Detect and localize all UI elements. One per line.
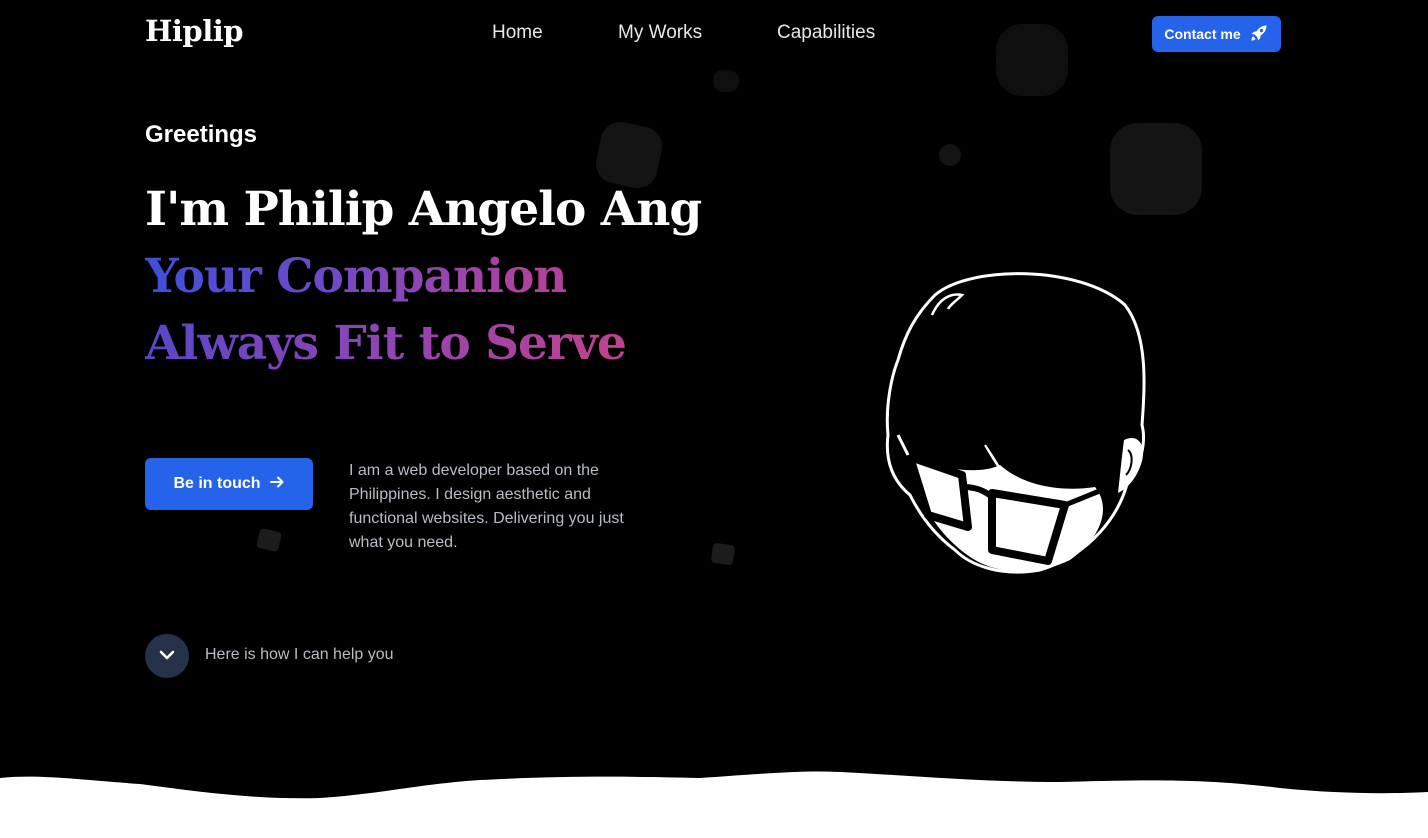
- decorative-blob: [255, 527, 283, 553]
- hero-tagline-1: Your Companion: [145, 249, 567, 304]
- decorative-blob: [592, 118, 666, 192]
- wave-divider: [0, 771, 1428, 838]
- hero-name-heading: I'm Philip Angelo Ang: [145, 182, 702, 237]
- greeting-text: Greetings: [145, 121, 258, 148]
- decorative-blob: [713, 70, 739, 92]
- decorative-blob: [1110, 123, 1202, 215]
- rocket-icon: [1249, 23, 1269, 46]
- decorative-blob: [939, 144, 961, 166]
- portrait-illustration: [885, 272, 1146, 574]
- nav-link-capabilities[interactable]: Capabilities: [777, 22, 875, 44]
- decorative-blob: [710, 542, 736, 566]
- arrow-right-icon: [269, 474, 285, 495]
- be-in-touch-button[interactable]: Be in touch: [145, 458, 313, 510]
- scroll-hint-text: Here is how I can help you: [205, 646, 394, 663]
- nav-link-home[interactable]: Home: [492, 22, 543, 44]
- contact-me-label: Contact me: [1164, 26, 1241, 42]
- nav-link-my-works[interactable]: My Works: [618, 22, 702, 44]
- hero-tagline-2: Always Fit to Serve: [145, 316, 627, 371]
- hero-description: I am a web developer based on the Philip…: [349, 462, 624, 551]
- contact-me-button[interactable]: Contact me: [1152, 16, 1281, 52]
- chevron-down-icon: [158, 646, 176, 667]
- hero-page: Hiplip Home My Works Capabilities Contac…: [0, 0, 1428, 838]
- be-in-touch-label: Be in touch: [173, 475, 261, 492]
- scroll-down-button[interactable]: [145, 634, 189, 678]
